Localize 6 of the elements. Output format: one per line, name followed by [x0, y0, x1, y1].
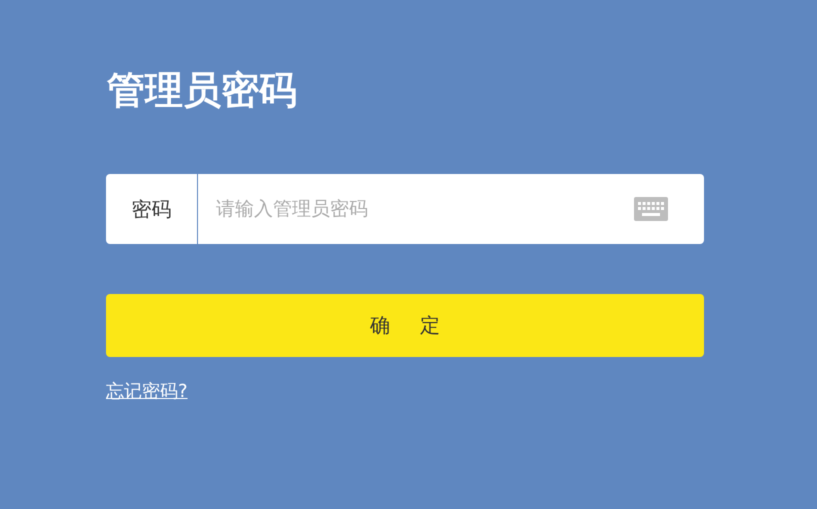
confirm-button[interactable]: 确 定: [106, 294, 704, 357]
field-label: 密码: [106, 174, 198, 244]
keyboard-icon[interactable]: [634, 197, 668, 221]
password-field[interactable]: 请输入管理员密码: [198, 198, 622, 220]
forgot-password-link[interactable]: 忘记密码?: [106, 379, 188, 403]
page-title: 管理员密码: [107, 67, 298, 114]
